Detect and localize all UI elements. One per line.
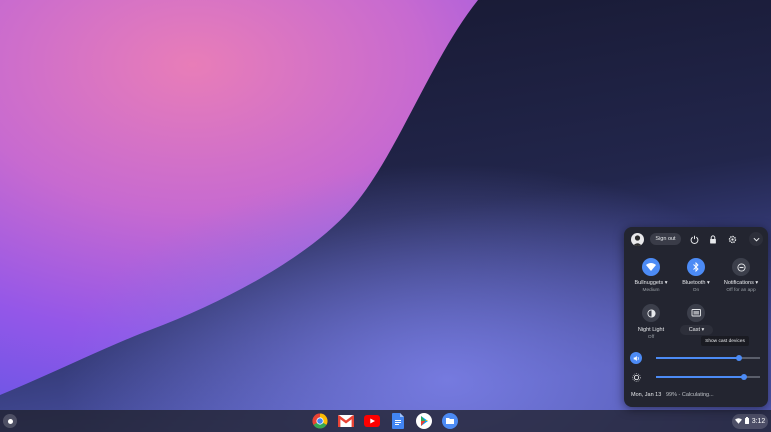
- status-tray[interactable]: 3:12: [732, 414, 768, 429]
- gmail-icon[interactable]: [337, 412, 355, 430]
- youtube-icon[interactable]: [363, 412, 381, 430]
- wifi-icon: [646, 263, 656, 271]
- brightness-icon: [631, 372, 641, 382]
- brightness-slider-fill: [656, 376, 744, 378]
- cast-icon: [691, 309, 701, 317]
- chrome-icon[interactable]: [311, 412, 329, 430]
- volume-icon: [633, 355, 639, 361]
- volume-slider-fill: [656, 357, 739, 359]
- sign-out-button[interactable]: Sign out: [650, 233, 681, 245]
- wifi-icon: [734, 417, 742, 426]
- docs-icon[interactable]: [389, 412, 407, 430]
- avatar[interactable]: [631, 233, 644, 246]
- brightness-button[interactable]: [630, 371, 642, 383]
- power-icon[interactable]: [688, 233, 700, 245]
- brightness-slider[interactable]: [656, 374, 760, 380]
- shelf-apps: [311, 412, 459, 430]
- launcher-button[interactable]: [3, 414, 17, 428]
- lock-icon[interactable]: [707, 233, 719, 245]
- bluetooth-icon: [693, 262, 699, 272]
- cast-dropdown[interactable]: Cast ▾: [680, 325, 713, 335]
- launcher-icon: [7, 418, 13, 424]
- bluetooth-toggle[interactable]: [687, 258, 705, 276]
- play-store-icon[interactable]: [415, 412, 433, 430]
- cast-tooltip: Show cast devices: [701, 336, 749, 346]
- notifications-toggle[interactable]: [732, 258, 750, 276]
- do-not-disturb-icon: [736, 262, 746, 272]
- night-light-label[interactable]: Night Light: [621, 327, 681, 333]
- volume-button[interactable]: [630, 352, 642, 364]
- battery-status: 99% - Calculating...: [666, 392, 714, 398]
- wifi-toggle[interactable]: [642, 258, 660, 276]
- volume-slider-thumb[interactable]: [736, 355, 742, 361]
- night-light-icon: [646, 308, 656, 318]
- brightness-slider-thumb[interactable]: [741, 374, 747, 380]
- clock: 3:12: [751, 418, 766, 425]
- cast-toggle[interactable]: [687, 304, 705, 322]
- settings-icon[interactable]: [726, 233, 738, 245]
- collapse-icon[interactable]: [749, 232, 763, 246]
- date-label[interactable]: Mon, Jan 13: [631, 392, 661, 398]
- battery-icon: [744, 417, 749, 426]
- notifications-status: Off for an app: [726, 288, 756, 293]
- night-light-toggle[interactable]: [642, 304, 660, 322]
- volume-slider[interactable]: [656, 355, 760, 361]
- night-light-status: Off: [647, 335, 655, 340]
- files-icon[interactable]: [441, 412, 459, 430]
- notifications-label[interactable]: Notifications ▾: [711, 280, 771, 286]
